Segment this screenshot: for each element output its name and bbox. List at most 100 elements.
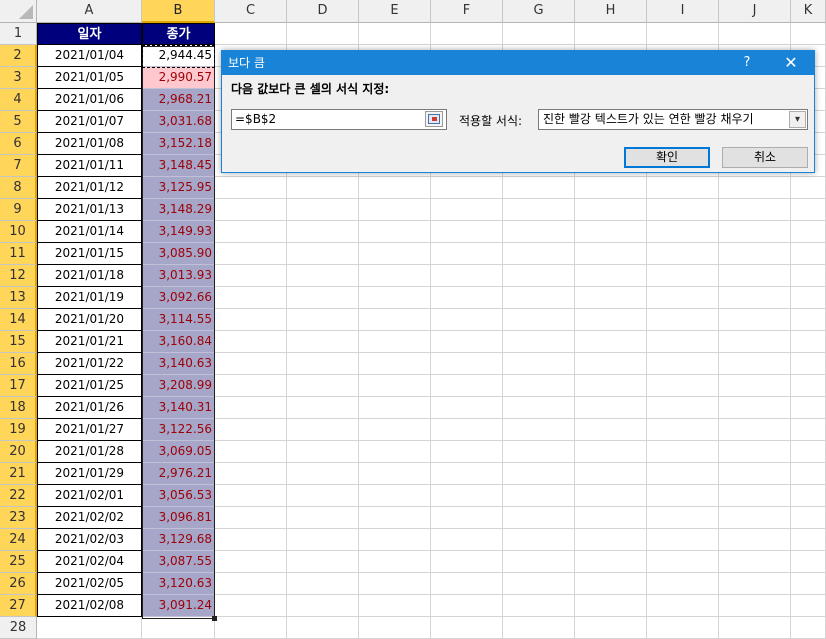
empty-cell[interactable]	[575, 507, 647, 529]
empty-cell[interactable]	[647, 419, 719, 441]
empty-cell[interactable]	[647, 353, 719, 375]
row-header[interactable]: 26	[0, 573, 37, 595]
column-header-f[interactable]: F	[431, 0, 503, 23]
row-header[interactable]: 8	[0, 177, 37, 199]
empty-cell[interactable]	[215, 463, 287, 485]
cell-date[interactable]: 2021/01/12	[37, 177, 142, 199]
column-header-k[interactable]: K	[791, 0, 826, 23]
empty-cell[interactable]	[647, 243, 719, 265]
empty-cell[interactable]	[719, 441, 791, 463]
cell-value[interactable]: 3,149.93	[142, 221, 215, 243]
cell-value[interactable]: 3,085.90	[142, 243, 215, 265]
empty-cell[interactable]	[719, 397, 791, 419]
cell-value[interactable]: 3,148.45	[142, 155, 215, 177]
empty-cell[interactable]	[575, 573, 647, 595]
cell-date[interactable]: 2021/01/25	[37, 375, 142, 397]
row-header[interactable]: 16	[0, 353, 37, 375]
empty-cell[interactable]	[215, 595, 287, 617]
empty-cell[interactable]	[575, 23, 647, 45]
empty-cell[interactable]	[575, 595, 647, 617]
empty-cell[interactable]	[719, 573, 791, 595]
empty-cell[interactable]	[719, 23, 791, 45]
cell-value[interactable]: 3,120.63	[142, 573, 215, 595]
empty-cell[interactable]	[431, 243, 503, 265]
cell-value[interactable]: 3,125.95	[142, 177, 215, 199]
empty-cell[interactable]	[287, 199, 359, 221]
empty-cell[interactable]	[791, 199, 826, 221]
empty-cell[interactable]	[215, 419, 287, 441]
empty-cell[interactable]	[503, 617, 575, 639]
empty-cell[interactable]	[719, 595, 791, 617]
empty-cell[interactable]	[431, 595, 503, 617]
empty-cell[interactable]	[647, 199, 719, 221]
empty-cell[interactable]	[503, 221, 575, 243]
cell-value[interactable]: 3,091.24	[142, 595, 215, 617]
empty-cell[interactable]	[287, 309, 359, 331]
empty-cell[interactable]	[431, 617, 503, 639]
empty-cell[interactable]	[287, 177, 359, 199]
empty-cell[interactable]	[791, 23, 826, 45]
cell-value[interactable]: 3,114.55	[142, 309, 215, 331]
empty-cell[interactable]	[503, 353, 575, 375]
cell-date[interactable]: 2021/01/26	[37, 397, 142, 419]
column-header-i[interactable]: I	[647, 0, 719, 23]
column-header-d[interactable]: D	[287, 0, 359, 23]
cell-date[interactable]: 2021/01/08	[37, 133, 142, 155]
empty-cell[interactable]	[719, 529, 791, 551]
empty-cell[interactable]	[215, 353, 287, 375]
cell-date[interactable]: 2021/01/19	[37, 287, 142, 309]
column-header-h[interactable]: H	[575, 0, 647, 23]
empty-cell[interactable]	[215, 265, 287, 287]
empty-cell[interactable]	[503, 551, 575, 573]
empty-cell[interactable]	[647, 507, 719, 529]
cell-date[interactable]: 2021/01/21	[37, 331, 142, 353]
empty-cell[interactable]	[503, 287, 575, 309]
cell-value-header[interactable]: 종가	[142, 23, 215, 45]
row-header[interactable]: 22	[0, 485, 37, 507]
empty-cell[interactable]	[647, 551, 719, 573]
empty-cell[interactable]	[287, 375, 359, 397]
empty-cell[interactable]	[431, 419, 503, 441]
empty-cell[interactable]	[431, 529, 503, 551]
empty-cell[interactable]	[575, 485, 647, 507]
empty-cell[interactable]	[287, 419, 359, 441]
empty-cell[interactable]	[431, 551, 503, 573]
empty-cell[interactable]	[575, 221, 647, 243]
empty-cell[interactable]	[431, 573, 503, 595]
empty-cell[interactable]	[791, 463, 826, 485]
cell-value[interactable]: 2,976.21	[142, 463, 215, 485]
row-header[interactable]: 4	[0, 89, 37, 111]
cell-value[interactable]: 3,160.84	[142, 331, 215, 353]
row-header[interactable]: 9	[0, 199, 37, 221]
empty-cell[interactable]	[359, 375, 431, 397]
empty-cell[interactable]	[503, 397, 575, 419]
cell-date[interactable]: 2021/01/11	[37, 155, 142, 177]
cell-value[interactable]: 3,148.29	[142, 199, 215, 221]
empty-cell[interactable]	[359, 287, 431, 309]
empty-cell[interactable]	[791, 419, 826, 441]
empty-cell[interactable]	[503, 177, 575, 199]
empty-cell[interactable]	[575, 617, 647, 639]
collapse-dialog-button[interactable]	[425, 111, 443, 127]
ok-button[interactable]: 확인	[624, 147, 710, 168]
empty-cell[interactable]	[287, 617, 359, 639]
cell-date[interactable]: 2021/02/08	[37, 595, 142, 617]
empty-cell[interactable]	[647, 177, 719, 199]
empty-cell[interactable]	[431, 441, 503, 463]
empty-cell[interactable]	[287, 331, 359, 353]
column-header-e[interactable]: E	[359, 0, 431, 23]
empty-cell[interactable]	[791, 221, 826, 243]
column-header-b[interactable]: B	[142, 0, 215, 23]
empty-cell[interactable]	[359, 529, 431, 551]
empty-cell[interactable]	[719, 507, 791, 529]
cell-value[interactable]: 2,990.57	[142, 67, 215, 89]
row-header[interactable]: 24	[0, 529, 37, 551]
empty-cell[interactable]	[431, 507, 503, 529]
cell-date[interactable]: 2021/01/22	[37, 353, 142, 375]
empty-cell[interactable]	[431, 463, 503, 485]
cell-value[interactable]: 3,056.53	[142, 485, 215, 507]
empty-cell[interactable]	[575, 529, 647, 551]
empty-cell[interactable]	[575, 331, 647, 353]
empty-cell[interactable]	[359, 441, 431, 463]
cell-value[interactable]: 3,013.93	[142, 265, 215, 287]
